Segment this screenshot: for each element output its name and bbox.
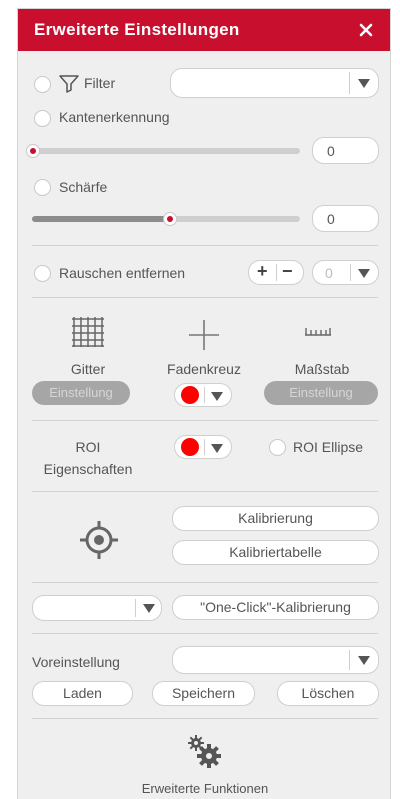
divider <box>32 245 378 246</box>
grid-icon <box>72 317 104 347</box>
one-click-calibration-button[interactable]: "One-Click"-Kalibrierung <box>172 595 379 620</box>
advanced-settings-panel: Erweiterte Einstellungen Filter Kantener… <box>17 8 391 799</box>
noise-removal-radio[interactable] <box>34 265 51 282</box>
title-bar: Erweiterte Einstellungen <box>18 9 390 51</box>
noise-stepper: + − <box>248 260 304 285</box>
divider <box>32 718 378 719</box>
grid-settings-button[interactable]: Einstellung <box>32 381 130 405</box>
divider <box>32 297 378 298</box>
scale-settings-button[interactable]: Einstellung <box>264 381 378 405</box>
delete-button[interactable]: Löschen <box>277 681 379 706</box>
target-icon <box>80 521 118 559</box>
calibration-button[interactable]: Kalibrierung <box>172 506 379 531</box>
divider <box>32 582 378 583</box>
edge-detection-slider[interactable] <box>32 148 300 154</box>
close-icon <box>359 23 373 37</box>
edge-detection-radio[interactable] <box>34 110 51 127</box>
filter-radio[interactable] <box>34 76 51 93</box>
filter-label: Filter <box>84 75 116 91</box>
close-button[interactable] <box>352 15 380 43</box>
roi-ellipse-radio[interactable] <box>269 439 286 456</box>
filter-select[interactable] <box>170 68 379 98</box>
preset-label: Voreinstellung <box>32 654 120 670</box>
chevron-down-icon <box>143 604 155 613</box>
divider <box>32 420 378 421</box>
chevron-down-icon <box>211 392 223 401</box>
gears-icon <box>188 735 221 768</box>
scale-label: Maßstab <box>294 361 350 377</box>
crosshair-color-picker[interactable] <box>174 383 232 407</box>
edge-detection-slider-thumb[interactable] <box>26 144 40 158</box>
advanced-functions-button[interactable]: Erweiterte Funktionen <box>118 731 292 799</box>
panel-title: Erweiterte Einstellungen <box>34 20 240 39</box>
roi-ellipse-label: ROI Ellipse <box>293 439 364 455</box>
grid-label: Gitter <box>70 361 106 377</box>
calibration-profile-select[interactable] <box>32 595 162 621</box>
roi-color-picker[interactable] <box>174 435 232 459</box>
crosshair-icon <box>189 320 219 350</box>
save-button[interactable]: Speichern <box>152 681 255 706</box>
noise-removal-label: Rauschen entfernen <box>59 265 186 281</box>
noise-minus-button[interactable]: − <box>282 261 293 282</box>
noise-level-select[interactable]: 0 <box>312 260 379 285</box>
edge-detection-label: Kantenerkennung <box>59 109 170 125</box>
sharpness-slider-thumb[interactable] <box>163 212 177 226</box>
filter-icon <box>59 75 79 93</box>
divider <box>32 633 378 634</box>
crosshair-label: Fadenkreuz <box>167 361 241 377</box>
load-button[interactable]: Laden <box>32 681 133 706</box>
preset-select[interactable] <box>172 646 379 674</box>
noise-plus-button[interactable]: + <box>257 261 268 282</box>
edge-detection-value-field[interactable]: 0 <box>312 137 379 164</box>
divider <box>32 491 378 492</box>
sharpness-radio[interactable] <box>34 179 51 196</box>
chevron-down-icon <box>358 79 370 88</box>
roi-color-swatch <box>181 438 199 456</box>
advanced-functions-label: Erweiterte Funktionen <box>141 781 269 796</box>
calibration-table-button[interactable]: Kalibriertabelle <box>172 540 379 565</box>
ruler-icon <box>305 328 331 336</box>
sharpness-label: Schärfe <box>59 179 108 195</box>
crosshair-color-swatch <box>181 386 199 404</box>
sharpness-value-field[interactable]: 0 <box>312 205 379 232</box>
chevron-down-icon <box>358 269 370 278</box>
chevron-down-icon <box>211 444 223 453</box>
roi-label: ROI <box>75 439 101 455</box>
chevron-down-icon <box>358 656 370 665</box>
roi-properties-label: Eigenschaften <box>43 461 133 477</box>
sharpness-slider-fill <box>32 216 172 222</box>
